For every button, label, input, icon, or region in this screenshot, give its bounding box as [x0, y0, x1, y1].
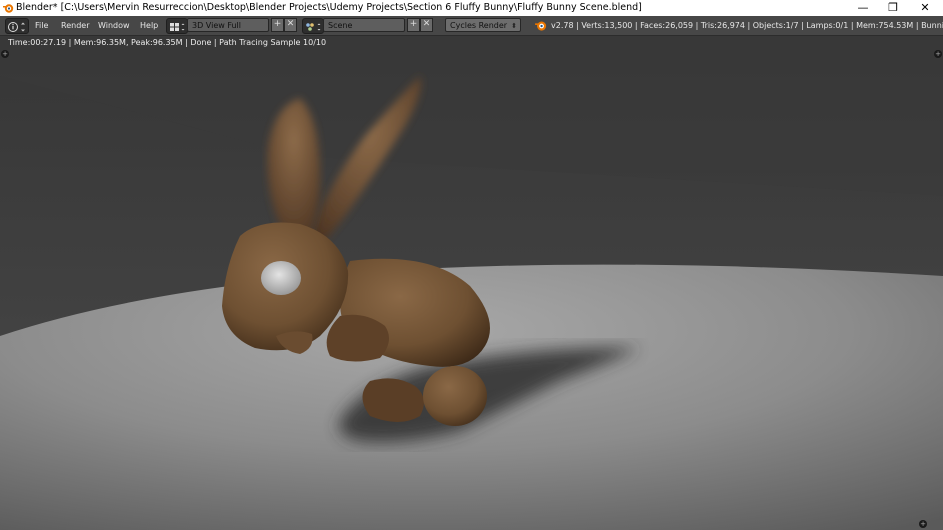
- area-corner-handle-bottom-right[interactable]: +: [919, 520, 927, 528]
- scene-stats: v2.78 | Verts:13,500 | Faces:26,059 | Tr…: [551, 21, 943, 30]
- minimize-button[interactable]: —: [848, 0, 878, 16]
- scene-field[interactable]: Scene: [323, 18, 405, 32]
- dropdown-arrows-icon: ⬍: [511, 22, 517, 30]
- render-image: [0, 36, 943, 530]
- scene-icon: [306, 23, 321, 31]
- menu-file[interactable]: File: [35, 16, 48, 35]
- menu-help[interactable]: Help: [140, 16, 158, 35]
- window-title: Blender* [C:\Users\Mervin Resurreccion\D…: [16, 2, 642, 13]
- blender-logo-icon: [535, 21, 547, 31]
- restore-button[interactable]: ❐: [878, 0, 908, 16]
- editor-type-selector[interactable]: [5, 18, 29, 34]
- add-screen-layout-button[interactable]: +: [271, 18, 284, 32]
- render-info-text: Time:00:27.19 | Mem:96.35M, Peak:96.35M …: [8, 38, 327, 47]
- menu-render[interactable]: Render: [61, 16, 89, 35]
- screen-layout-field[interactable]: 3D View Full: [187, 18, 269, 32]
- screen-layout-icon: [170, 23, 185, 31]
- scene-selector[interactable]: [302, 18, 324, 34]
- render-engine-dropdown[interactable]: Cycles Render ⬍: [445, 18, 521, 32]
- render-engine-value: Cycles Render: [450, 21, 508, 30]
- menu-window[interactable]: Window: [98, 16, 130, 35]
- info-header: File Render Window Help 3D View Full + ✕…: [0, 16, 943, 36]
- blender-logo-icon: [3, 4, 14, 13]
- remove-screen-layout-button[interactable]: ✕: [284, 18, 297, 32]
- area-corner-handle-top-left[interactable]: +: [1, 50, 9, 58]
- window-titlebar: Blender* [C:\Users\Mervin Resurreccion\D…: [0, 0, 943, 16]
- info-editor-icon: [8, 22, 25, 32]
- screen-layout-selector[interactable]: [166, 18, 188, 34]
- remove-scene-button[interactable]: ✕: [420, 18, 433, 32]
- render-viewport[interactable]: [0, 36, 943, 530]
- add-scene-button[interactable]: +: [407, 18, 420, 32]
- close-button[interactable]: ✕: [910, 0, 940, 16]
- area-corner-handle-top-right[interactable]: +: [934, 50, 942, 58]
